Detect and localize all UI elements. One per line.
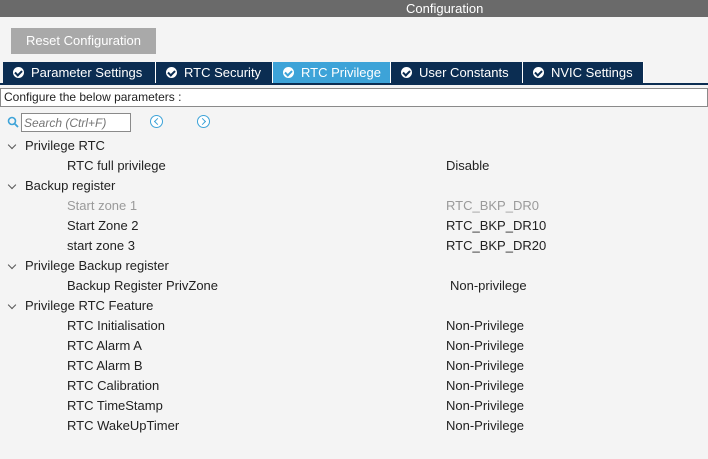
search-icon[interactable]: [7, 116, 19, 128]
param-row[interactable]: RTC Alarm A Non-Privilege: [0, 336, 708, 356]
param-value[interactable]: Non-Privilege: [446, 316, 524, 336]
tab-label: NVIC Settings: [551, 65, 633, 80]
tab-label: Parameter Settings: [31, 65, 143, 80]
check-circle-icon: [533, 67, 544, 78]
tab-nvic-settings[interactable]: NVIC Settings: [523, 62, 644, 83]
param-name: RTC Initialisation: [67, 318, 166, 333]
param-value[interactable]: Disable: [446, 156, 489, 176]
param-name: RTC full privilege: [67, 158, 166, 173]
search-next-button[interactable]: [197, 115, 210, 128]
reset-configuration-button[interactable]: Reset Configuration: [11, 28, 156, 54]
chevron-right-icon: [198, 117, 207, 126]
param-row[interactable]: Start Zone 2 RTC_BKP_DR10: [0, 216, 708, 236]
window-titlebar: Configuration: [0, 0, 708, 17]
param-value[interactable]: Non-Privilege: [446, 336, 524, 356]
chevron-down-icon[interactable]: [7, 300, 17, 310]
chevron-down-icon[interactable]: [7, 260, 17, 270]
group-privilege-backup-register[interactable]: Privilege Backup register: [0, 256, 708, 276]
param-row[interactable]: RTC full privilege Disable: [0, 156, 708, 176]
search-bar: [0, 112, 708, 134]
param-row: Start zone 1 RTC_BKP_DR0: [0, 196, 708, 216]
param-name: start zone 3: [67, 238, 135, 253]
param-row[interactable]: start zone 3 RTC_BKP_DR20: [0, 236, 708, 256]
param-row[interactable]: Backup Register PrivZone Non-privilege: [0, 276, 708, 296]
param-name: RTC Alarm A: [67, 338, 142, 353]
check-circle-icon: [401, 67, 412, 78]
check-circle-icon: [283, 67, 294, 78]
check-circle-icon: [166, 67, 177, 78]
param-name: Start Zone 2: [67, 218, 139, 233]
group-label: Privilege RTC Feature: [25, 298, 154, 313]
param-name: Backup Register PrivZone: [67, 278, 219, 293]
search-previous-button[interactable]: [150, 115, 163, 128]
configure-prompt: Configure the below parameters :: [0, 88, 708, 107]
param-value[interactable]: Non-Privilege: [446, 416, 524, 436]
tab-underline: [0, 83, 708, 85]
param-row[interactable]: RTC Alarm B Non-Privilege: [0, 356, 708, 376]
tab-label: RTC Privilege: [301, 65, 381, 80]
chevron-down-icon[interactable]: [7, 180, 17, 190]
param-row[interactable]: RTC Initialisation Non-Privilege: [0, 316, 708, 336]
param-value[interactable]: Non-privilege: [450, 276, 527, 296]
chevron-down-icon[interactable]: [7, 140, 17, 150]
param-value[interactable]: RTC_BKP_DR20: [446, 236, 546, 256]
param-name: Start zone 1: [67, 198, 138, 213]
tab-label: User Constants: [419, 65, 509, 80]
window-title: Configuration: [406, 1, 484, 16]
search-input[interactable]: [21, 113, 131, 132]
param-value[interactable]: RTC_BKP_DR10: [446, 216, 546, 236]
group-label: Privilege RTC: [25, 138, 105, 153]
param-name: RTC Calibration: [67, 378, 160, 393]
tab-rtc-privilege[interactable]: RTC Privilege: [273, 62, 391, 83]
tab-bar: Parameter Settings RTC Security RTC Priv…: [3, 62, 644, 83]
tab-parameter-settings[interactable]: Parameter Settings: [3, 62, 156, 83]
param-row[interactable]: RTC TimeStamp Non-Privilege: [0, 396, 708, 416]
parameter-tree: Privilege RTC RTC full privilege Disable…: [0, 136, 708, 436]
group-label: Backup register: [25, 178, 116, 193]
param-value[interactable]: Non-Privilege: [446, 376, 524, 396]
param-value: RTC_BKP_DR0: [446, 198, 539, 213]
tab-label: RTC Security: [184, 65, 262, 80]
param-name: RTC TimeStamp: [67, 398, 163, 413]
group-privilege-rtc-feature[interactable]: Privilege RTC Feature: [0, 296, 708, 316]
param-name: RTC WakeUpTimer: [67, 418, 180, 433]
check-circle-icon: [13, 67, 24, 78]
tab-user-constants[interactable]: User Constants: [391, 62, 523, 83]
group-privilege-rtc[interactable]: Privilege RTC: [0, 136, 708, 156]
param-value[interactable]: Non-Privilege: [446, 356, 524, 376]
param-name: RTC Alarm B: [67, 358, 143, 373]
param-row[interactable]: RTC Calibration Non-Privilege: [0, 376, 708, 396]
chevron-left-icon: [153, 117, 162, 126]
tab-rtc-security[interactable]: RTC Security: [156, 62, 273, 83]
group-label: Privilege Backup register: [25, 258, 169, 273]
param-row[interactable]: RTC WakeUpTimer Non-Privilege: [0, 416, 708, 436]
group-backup-register[interactable]: Backup register: [0, 176, 708, 196]
param-value[interactable]: Non-Privilege: [446, 396, 524, 416]
